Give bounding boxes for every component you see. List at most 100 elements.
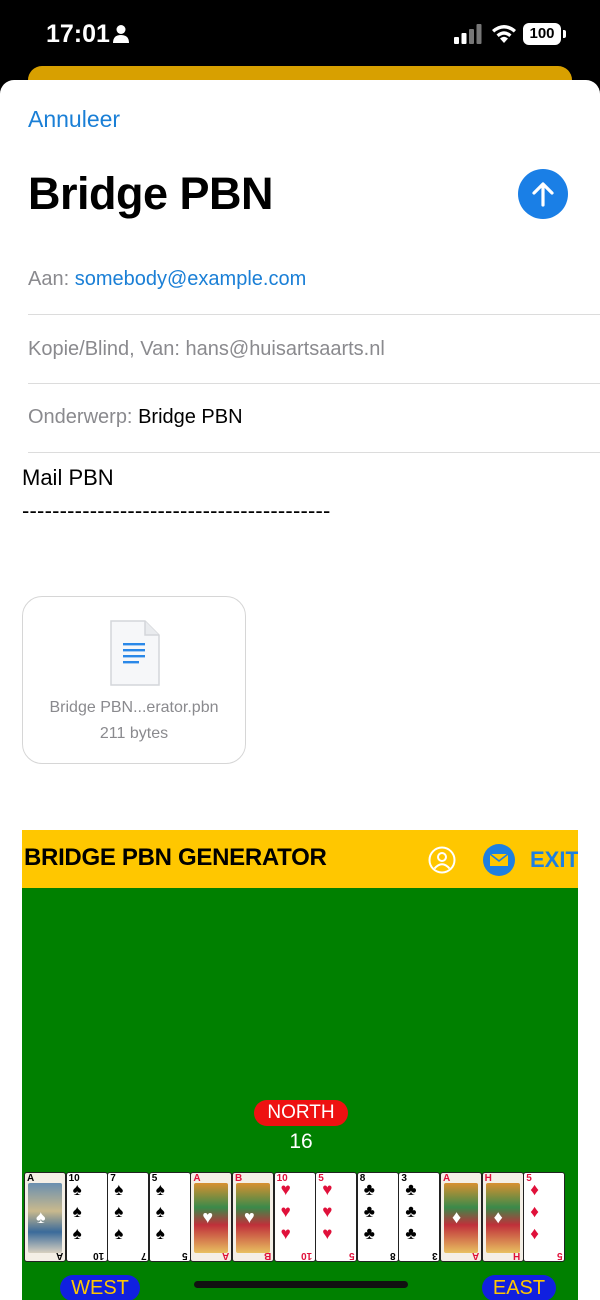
- card-rank: 5: [556, 1250, 563, 1261]
- user-icon: [428, 846, 456, 874]
- east-badge: EAST: [482, 1275, 556, 1300]
- suit-pip: ♥: [280, 1202, 291, 1221]
- divider: [28, 383, 600, 384]
- card-rank: 5: [182, 1250, 188, 1261]
- home-indicator[interactable]: [194, 1281, 408, 1288]
- from-address[interactable]: hans@huisartsaarts.nl: [186, 338, 385, 360]
- attachment-tile[interactable]: Bridge PBN...erator.pbn 211 bytes: [22, 596, 246, 764]
- suit-pip: ♣: [405, 1180, 417, 1199]
- card-face-art: ♥: [194, 1183, 229, 1253]
- suit-pip: ♣: [405, 1202, 417, 1221]
- suit-pip: ♣: [363, 1202, 375, 1221]
- suit-pip: ♠: [155, 1180, 165, 1199]
- north-points: 16: [289, 1130, 313, 1153]
- suit-symbol: ♥: [202, 1207, 214, 1227]
- suit-pip: ♠: [114, 1224, 124, 1243]
- card-face-art: ♦: [485, 1183, 520, 1253]
- card-rank: 8: [390, 1250, 396, 1261]
- app-header: BRIDGE PBN GENERATOR EXIT: [22, 830, 578, 888]
- card-rank: 3: [431, 1250, 438, 1261]
- playing-card[interactable]: 7 ♠ ♠ ♠ 7: [107, 1172, 150, 1262]
- playing-card[interactable]: B ♥ B: [232, 1172, 274, 1262]
- suit-pip: ♦: [530, 1224, 539, 1243]
- message-body-line[interactable]: Mail PBN: [22, 465, 114, 491]
- subject-input[interactable]: Bridge PBN: [138, 406, 243, 428]
- north-badge: NORTH: [254, 1100, 348, 1126]
- suit-pip: ♠: [72, 1202, 82, 1221]
- playing-card[interactable]: 3 ♣ ♣ ♣ 3: [398, 1172, 441, 1262]
- card-rank: A: [222, 1250, 230, 1261]
- card-face-art: ♦: [444, 1183, 478, 1253]
- subject-field[interactable]: Onderwerp: Bridge PBN: [28, 406, 243, 429]
- mail-icon: [483, 844, 515, 876]
- suit-pip: ♠: [72, 1224, 82, 1243]
- message-body-separator[interactable]: ----------------------------------------…: [22, 498, 331, 524]
- suit-pip: ♥: [322, 1180, 333, 1199]
- to-label: Aan:: [28, 268, 70, 290]
- suit-pip: ♥: [322, 1224, 333, 1243]
- person-icon: [113, 25, 129, 43]
- suit-pip: ♦: [530, 1202, 539, 1221]
- cc-from-label: Kopie/Blind, Van:: [28, 338, 180, 360]
- card-face-art: ♥: [236, 1183, 270, 1253]
- document-icon: [110, 620, 160, 686]
- suit-symbol: ♥: [244, 1207, 255, 1227]
- to-field[interactable]: Aan: somebody@example.com: [28, 268, 306, 291]
- suit-pip: ♥: [280, 1180, 291, 1199]
- suit-pip: ♥: [280, 1224, 291, 1243]
- card-rank: 5: [348, 1250, 355, 1261]
- suit-symbol: ♠: [36, 1207, 46, 1227]
- suit-pip: ♣: [405, 1224, 417, 1243]
- compose-title: Bridge PBN: [28, 168, 274, 219]
- playing-card[interactable]: 5 ♠ ♠ ♠ 5: [148, 1172, 191, 1262]
- embedded-app-screenshot[interactable]: BRIDGE PBN GENERATOR EXIT NORTH 16 A ♠ A 10…: [22, 830, 578, 1300]
- playing-card[interactable]: 8 ♣ ♣ ♣ 8: [356, 1172, 399, 1262]
- playing-card[interactable]: 5 ♥ ♥ ♥ 5: [315, 1172, 358, 1262]
- suit-pip: ♣: [363, 1224, 375, 1243]
- send-button[interactable]: [518, 169, 568, 219]
- cc-from-field[interactable]: Kopie/Blind, Van: hans@huisartsaarts.nl: [28, 338, 385, 361]
- playing-card[interactable]: 10 ♥ ♥ ♥ 10: [273, 1172, 316, 1262]
- subject-label: Onderwerp:: [28, 406, 133, 428]
- suit-pip: ♠: [114, 1180, 124, 1199]
- card-rank: 10: [301, 1250, 313, 1261]
- west-badge: WEST: [60, 1275, 140, 1300]
- suit-pip: ♣: [363, 1180, 375, 1199]
- north-hand: A ♠ A 10 ♠ ♠ ♠ 10 7 ♠ ♠ ♠ 7 5 ♠ ♠ ♠ 5 A ♥ A B ♥ B 10 ♥ ♥ ♥ 10 5 ♥ ♥ ♥ 5 8 ♣…: [22, 1172, 578, 1264]
- playing-card[interactable]: 10 ♠ ♠ ♠ 10: [65, 1172, 108, 1262]
- attachment-size: 211 bytes: [99, 725, 169, 742]
- suit-pip: ♥: [322, 1202, 333, 1221]
- suit-symbol: ♦: [493, 1207, 503, 1227]
- card-rank: 7: [140, 1250, 147, 1261]
- card-rank: B: [263, 1250, 271, 1261]
- divider: [28, 452, 600, 453]
- arrow-up-icon: [532, 182, 554, 207]
- suit-pip: ♠: [155, 1202, 165, 1221]
- playing-card[interactable]: A ♦ A: [440, 1172, 482, 1262]
- mail-compose-sheet: Annuleer Bridge PBN Aan: somebody@exampl…: [0, 80, 600, 1300]
- playing-card[interactable]: H ♦ H: [481, 1172, 524, 1262]
- card-face-art: ♠: [28, 1183, 62, 1253]
- exit-label: EXIT: [530, 847, 578, 872]
- card-rank: A: [55, 1250, 63, 1261]
- app-title: BRIDGE PBN GENERATOR: [24, 844, 327, 871]
- battery-icon: 100: [523, 23, 566, 45]
- playing-card[interactable]: A ♥ A: [190, 1172, 233, 1262]
- cancel-button[interactable]: Annuleer: [28, 106, 120, 133]
- playing-card[interactable]: A ♠ A: [24, 1172, 66, 1262]
- status-bar: 17:01 100: [0, 0, 600, 70]
- status-time: 17:01: [46, 20, 110, 48]
- playing-card[interactable]: 5 ♦ ♦ ♦ 5: [523, 1172, 566, 1262]
- suit-pip: ♠: [155, 1224, 165, 1243]
- suit-symbol: ♦: [452, 1207, 462, 1227]
- suit-pip: ♠: [72, 1180, 82, 1199]
- wifi-icon: [492, 25, 516, 43]
- suit-pip: ♦: [530, 1180, 539, 1199]
- suit-pip: ♠: [114, 1202, 124, 1221]
- to-recipient[interactable]: somebody@example.com: [75, 268, 307, 290]
- cellular-signal-icon: [454, 24, 482, 44]
- attachment-name: Bridge PBN...erator.pbn: [49, 699, 219, 716]
- card-rank: A: [471, 1250, 479, 1261]
- card-rank: 10: [93, 1250, 105, 1261]
- divider: [28, 314, 600, 315]
